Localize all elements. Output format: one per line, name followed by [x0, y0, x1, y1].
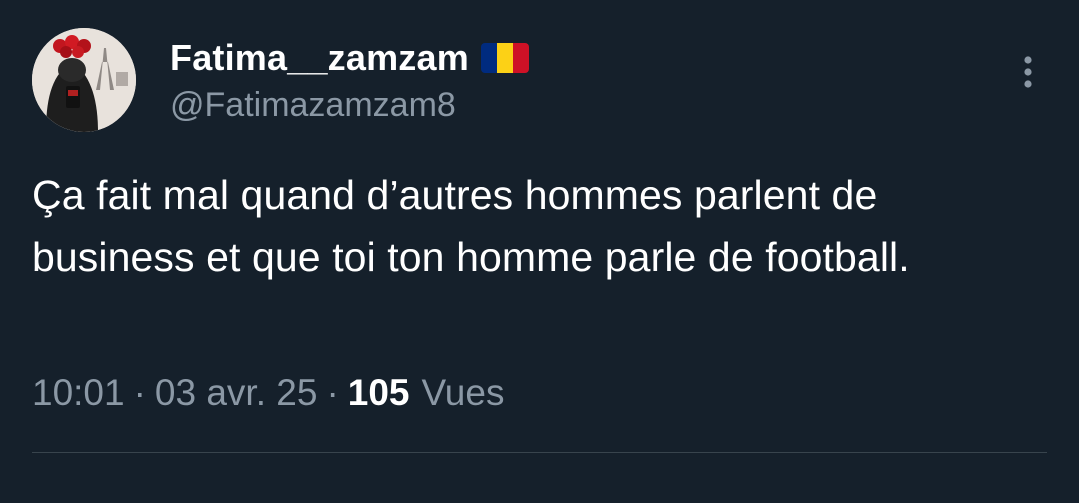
tweet-card: Fatima__zamzam @Fatimazamzam8 Ça fait ma… [0, 0, 1079, 503]
tweet-date[interactable]: 03 avr. 25 [155, 372, 318, 414]
meta-separator: · [326, 372, 339, 413]
avatar[interactable] [32, 28, 136, 132]
romania-flag-icon [480, 43, 529, 73]
divider [32, 452, 1047, 453]
tweet-text: Ça fait mal quand d’autres hommes parlen… [32, 172, 910, 280]
tweet-time[interactable]: 10:01 [32, 372, 125, 414]
more-options-button[interactable] [1010, 50, 1046, 94]
views-label: Vues [421, 372, 505, 413]
author-display-name[interactable]: Fatima__zamzam [170, 37, 469, 79]
avatar-image [32, 28, 136, 132]
tweet-meta: 10:01 · 03 avr. 25 · 105 Vues [32, 372, 504, 414]
views-count[interactable]: 105 [348, 372, 410, 414]
meta-separator: · [133, 372, 146, 413]
author-name-row: Fatima__zamzam [170, 37, 529, 79]
more-vertical-icon [1024, 56, 1032, 88]
author-handle[interactable]: @Fatimazamzam8 [170, 86, 456, 125]
